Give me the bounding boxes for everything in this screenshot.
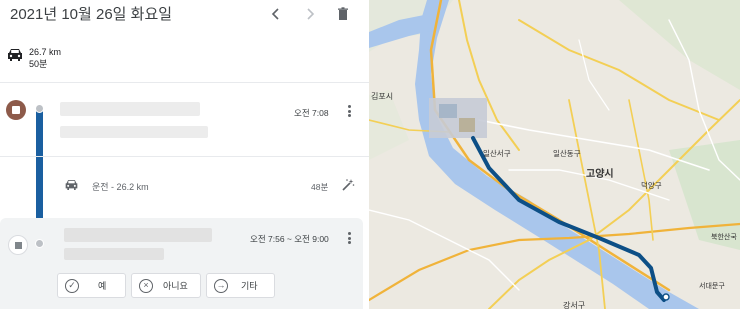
chevron-left-icon[interactable] (266, 4, 286, 24)
yes-label: 예 (98, 281, 107, 291)
car-icon (8, 49, 22, 61)
redacted-place-address (64, 248, 164, 260)
map-label-ilsanseogu: 일산서구 (483, 149, 511, 158)
magic-wand-icon[interactable] (341, 178, 355, 192)
map-label-seodaemungu: 서대문구 (699, 283, 725, 290)
visit-item-1[interactable]: 오전 7:08 (0, 90, 369, 157)
car-icon (65, 180, 78, 190)
map-label-deogyanggu: 덕양구 (641, 181, 662, 190)
map-label-bukhansan: 북한산국 (711, 234, 737, 241)
map-label-gangseogu: 강서구 (563, 301, 586, 309)
trash-icon[interactable] (333, 4, 353, 24)
arrow-right-icon: → (214, 278, 228, 293)
check-icon: ✓ (65, 278, 79, 293)
route-end-marker (662, 293, 670, 301)
place-stop-icon (8, 235, 28, 255)
map-label-ilsandonggu: 일산동구 (553, 149, 581, 158)
other-option-button[interactable]: → 기타 (206, 273, 275, 298)
visit-time-range: 오전 7:56 ~ 오전 9:00 (250, 234, 329, 244)
redacted-place-name (60, 102, 200, 116)
visit-item-2-card[interactable]: 오전 7:56 ~ 오전 9:00 ✓ 예 × 아니요 → 기타 (0, 218, 363, 309)
timeline-dot (35, 239, 44, 248)
summary-distance: 26.7 km (29, 47, 62, 57)
drive-duration: 48분 (311, 182, 329, 192)
timeline-panel: 2021년 10월 26일 화요일 26.7 km 50분 오전 7:08 운전… (0, 0, 369, 309)
redacted-place-address (60, 126, 208, 138)
map-view[interactable]: 김포시 고양시 일산서구 일산동구 덕양구 북한산국 서대문구 강서구 (369, 0, 740, 309)
map-label-gimpo: 김포시 (371, 92, 394, 101)
visit-time: 오전 7:08 (294, 108, 329, 118)
redacted-map-region (429, 98, 487, 138)
place-stop-icon (6, 100, 26, 120)
header: 2021년 10월 26일 화요일 (0, 0, 369, 28)
summary-text: 26.7 km 50분 (29, 46, 61, 70)
drive-label: 운전 - 26.2 km (92, 182, 149, 192)
summary-duration: 50분 (29, 59, 48, 69)
confirm-yes-button[interactable]: ✓ 예 (57, 273, 126, 298)
chevron-right-icon[interactable] (300, 4, 320, 24)
no-label: 아니요 (163, 281, 188, 291)
redacted-place-name (64, 228, 212, 242)
timeline-dot (35, 104, 44, 113)
date-title: 2021년 10월 26일 화요일 (10, 6, 173, 23)
close-icon: × (139, 278, 153, 293)
trip-summary: 26.7 km 50분 (0, 38, 369, 83)
other-label: 기타 (241, 281, 258, 291)
confirm-no-button[interactable]: × 아니요 (131, 273, 201, 298)
map-label-goyang: 고양시 (586, 169, 614, 180)
more-options-icon[interactable] (345, 230, 353, 246)
drive-segment[interactable]: 운전 - 26.2 km 48분 (0, 157, 369, 215)
more-options-icon[interactable] (345, 103, 353, 119)
redacted-map-region (459, 118, 475, 132)
redacted-map-region (439, 104, 457, 118)
